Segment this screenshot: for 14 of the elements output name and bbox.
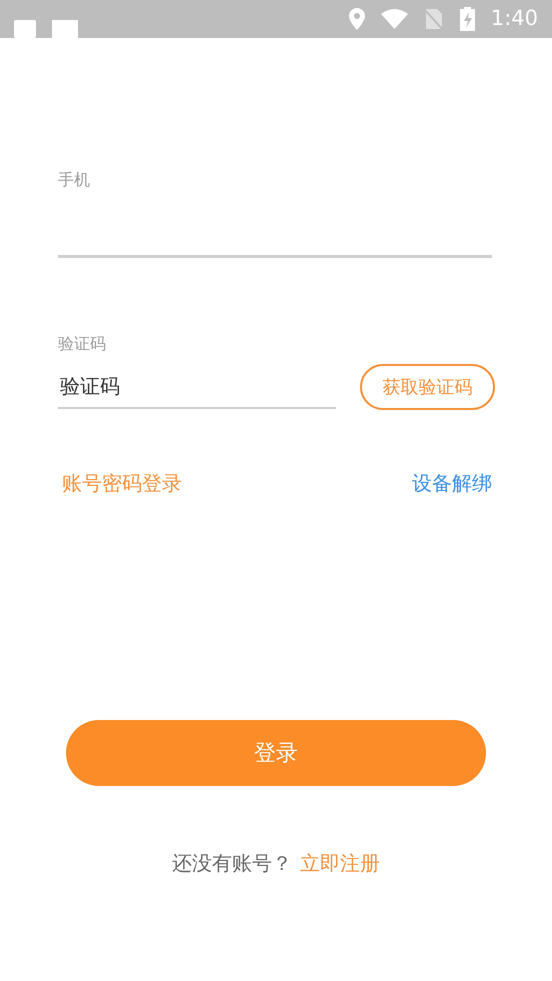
field-label: 手机 bbox=[58, 169, 91, 191]
no-sim-icon bbox=[424, 7, 444, 31]
get-code-button[interactable]: 获取验证码 bbox=[360, 364, 495, 410]
register-prompt: 还没有账号？ bbox=[172, 850, 292, 877]
login-button[interactable]: 登录 bbox=[66, 720, 486, 786]
field-label: 验证码 bbox=[58, 333, 107, 355]
status-time: 1:40 bbox=[490, 5, 538, 32]
code-field[interactable]: 验证码 bbox=[58, 365, 336, 409]
unbind-device-link[interactable]: 设备解绑 bbox=[412, 468, 492, 498]
battery-charging-icon bbox=[460, 7, 475, 31]
password-login-link[interactable]: 账号密码登录 bbox=[62, 468, 182, 498]
location-icon bbox=[348, 8, 365, 30]
register-link[interactable]: 立即注册 bbox=[300, 848, 380, 878]
wifi-icon bbox=[380, 9, 408, 29]
